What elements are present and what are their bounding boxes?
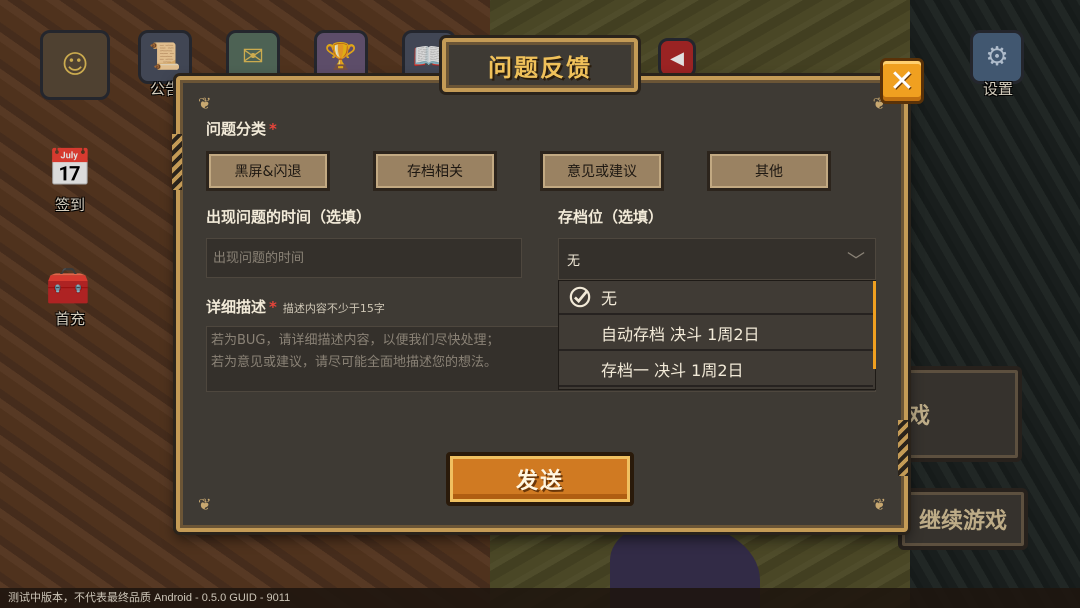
- corner-ornament-icon: ❦: [872, 495, 886, 514]
- category-button-suggestion[interactable]: 意见或建议: [540, 151, 664, 191]
- option-label: 存档一 决斗 1周2日: [601, 361, 744, 380]
- corner-ornament-icon: ❦: [198, 495, 212, 514]
- corner-ornament-icon: ❦: [198, 94, 212, 113]
- close-icon: ✕: [889, 63, 915, 99]
- save-slot-option-one[interactable]: 存档一 决斗 1周2日: [559, 353, 873, 387]
- save-slot-select[interactable]: 无 ﹀: [558, 238, 876, 280]
- right-frame-stripe: [898, 420, 908, 476]
- dialog-title-plate: 问题反馈: [442, 38, 638, 92]
- save-slot-label: 存档位（选填）: [558, 208, 664, 226]
- required-mark: *: [269, 120, 277, 138]
- dropdown-scrollbar[interactable]: [873, 281, 876, 369]
- option-label: 无: [601, 289, 618, 308]
- save-slot-dropdown: 无 自动存档 决斗 1周2日 存档一 决斗 1周2日: [558, 280, 876, 390]
- description-label: 详细描述: [206, 298, 267, 316]
- category-button-crash[interactable]: 黑屏&闪退: [206, 151, 330, 191]
- send-button[interactable]: 发送: [446, 452, 634, 506]
- category-button-save[interactable]: 存档相关: [373, 151, 497, 191]
- save-slot-option-auto[interactable]: 自动存档 决斗 1周2日: [559, 317, 873, 351]
- save-slot-option-none[interactable]: 无: [559, 281, 873, 315]
- category-label: 问题分类: [206, 120, 267, 138]
- category-label-row: 问题分类 *: [206, 118, 277, 139]
- required-mark: *: [269, 298, 277, 316]
- time-input[interactable]: [207, 239, 521, 277]
- description-hint: 描述内容不少于15字: [282, 302, 385, 315]
- check-circle-icon: [569, 286, 591, 308]
- time-field-wrapper: [206, 238, 522, 278]
- chevron-down-icon: ﹀: [847, 251, 865, 272]
- left-frame-stripe: [172, 134, 182, 190]
- time-label: 出现问题的时间（选填）: [206, 208, 372, 226]
- description-label-row: 详细描述 * 描述内容不少于15字: [206, 296, 385, 317]
- dialog-title: 问题反馈: [488, 53, 592, 82]
- close-button[interactable]: ✕: [880, 58, 924, 104]
- category-button-other[interactable]: 其他: [707, 151, 831, 191]
- save-slot-selected: 无: [567, 253, 581, 269]
- option-label: 自动存档 决斗 1周2日: [601, 325, 760, 344]
- send-button-label: 发送: [515, 469, 564, 494]
